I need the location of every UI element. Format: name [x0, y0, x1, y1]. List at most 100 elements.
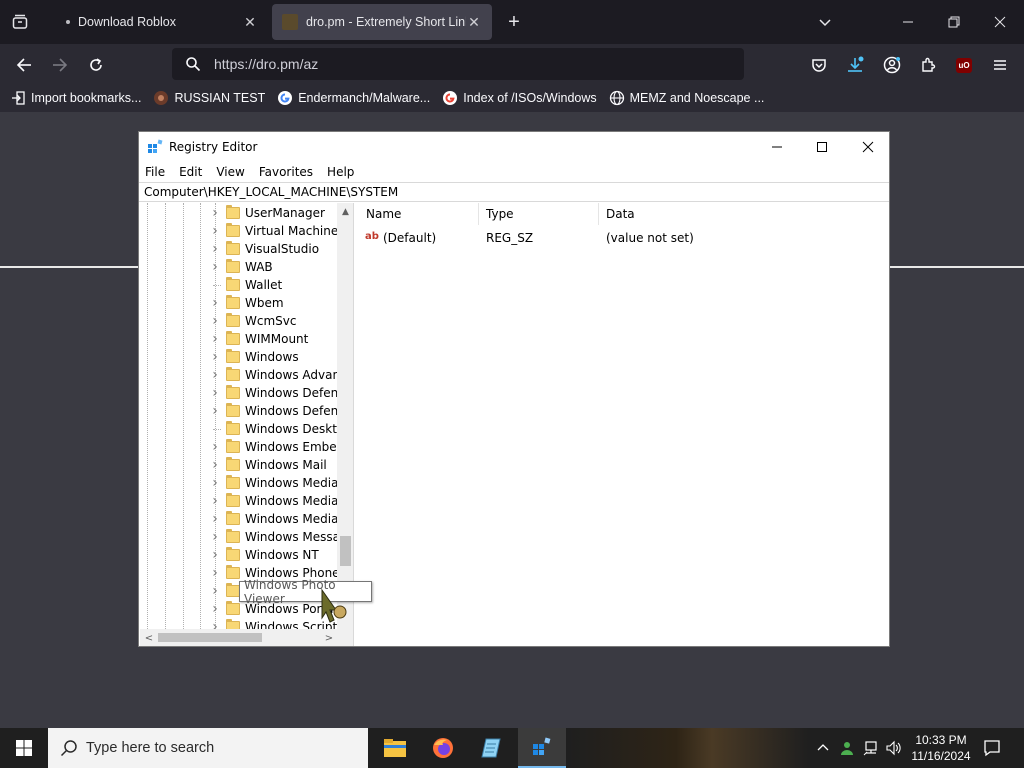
- chevron-right-icon[interactable]: ›: [210, 547, 220, 563]
- tree-item[interactable]: › UserManager: [140, 204, 340, 222]
- tree-item[interactable]: › Virtual Machine: [140, 222, 340, 240]
- tray-user-status[interactable]: [836, 728, 858, 768]
- tree-item[interactable]: › Windows Media F: [140, 492, 349, 510]
- restore-button[interactable]: [944, 12, 964, 32]
- chevron-right-icon[interactable]: ›: [210, 313, 220, 329]
- tree-item[interactable]: › WAB: [140, 258, 340, 276]
- chevron-right-icon[interactable]: ›: [210, 511, 220, 527]
- maximize-button[interactable]: [811, 136, 833, 158]
- url-text[interactable]: https://dro.pm/az: [214, 56, 318, 72]
- taskbar-app-notepad[interactable]: [467, 728, 515, 768]
- menu-view[interactable]: View: [216, 165, 244, 179]
- bookmark-import[interactable]: Import bookmarks...: [10, 90, 141, 106]
- chevron-right-icon[interactable]: ›: [210, 475, 220, 491]
- chevron-right-icon[interactable]: ›: [210, 493, 220, 509]
- minimize-button[interactable]: [766, 136, 788, 158]
- new-tab-button[interactable]: +: [504, 11, 524, 33]
- chevron-right-icon[interactable]: ›: [210, 439, 220, 455]
- tree-item[interactable]: › Windows Defend: [140, 402, 346, 420]
- chevron-right-icon[interactable]: ›: [210, 529, 220, 545]
- notification-center-button[interactable]: [980, 728, 1004, 768]
- start-button[interactable]: [0, 728, 48, 768]
- close-icon[interactable]: ✕: [466, 14, 482, 30]
- taskbar-app-file-explorer[interactable]: [371, 728, 419, 768]
- tree-item[interactable]: › Windows Advanc: [140, 366, 347, 384]
- column-header-type[interactable]: Type: [479, 203, 599, 225]
- bookmark-russian-test[interactable]: RUSSIAN TEST: [153, 90, 265, 106]
- minimize-button[interactable]: [898, 12, 918, 32]
- chevron-right-icon[interactable]: ›: [210, 223, 220, 239]
- close-window-button[interactable]: [990, 12, 1010, 32]
- chevron-right-icon[interactable]: ›: [210, 259, 220, 275]
- close-icon[interactable]: ✕: [242, 14, 258, 30]
- chevron-right-icon[interactable]: ›: [210, 385, 220, 401]
- tree-item[interactable]: › Windows: [140, 348, 340, 366]
- menu-favorites[interactable]: Favorites: [259, 165, 313, 179]
- tree-horizontal-scrollbar[interactable]: < >: [140, 629, 353, 646]
- scroll-thumb[interactable]: [158, 633, 262, 642]
- chevron-right-icon[interactable]: ›: [210, 403, 220, 419]
- tray-network[interactable]: [860, 728, 882, 768]
- tree-item[interactable]: › WcmSvc: [140, 312, 340, 330]
- tree-item[interactable]: › Windows Messag: [140, 528, 348, 546]
- values-list-pane[interactable]: Name Type Data ab (Default) REG_SZ (valu…: [359, 203, 889, 646]
- ublock-origin-button[interactable]: uO: [953, 54, 975, 76]
- table-row[interactable]: ab (Default) REG_SZ (value not set): [359, 229, 889, 247]
- column-header-name[interactable]: Name: [359, 203, 479, 225]
- scroll-thumb[interactable]: [340, 536, 351, 566]
- account-button[interactable]: [881, 54, 903, 76]
- address-bar[interactable]: Computer\HKEY_LOCAL_MACHINE\SYSTEM: [139, 182, 889, 202]
- tab-overflow-chevron-down-icon[interactable]: [815, 12, 835, 32]
- chevron-right-icon[interactable]: ›: [210, 331, 220, 347]
- taskbar-app-firefox[interactable]: [419, 728, 467, 768]
- chevron-right-icon[interactable]: ›: [210, 367, 220, 383]
- menu-help[interactable]: Help: [327, 165, 354, 179]
- tab-dro-pm[interactable]: dro.pm - Extremely Short Links ✕: [272, 4, 492, 40]
- chevron-right-icon[interactable]: ›: [210, 205, 220, 221]
- pocket-button[interactable]: [808, 54, 830, 76]
- scroll-up-icon[interactable]: ▲: [337, 203, 353, 220]
- back-button[interactable]: [13, 54, 35, 76]
- tree-vertical-scrollbar[interactable]: ▲: [337, 203, 353, 629]
- column-header-data[interactable]: Data: [599, 203, 889, 225]
- taskbar-clock[interactable]: 10:33 PM 11/16/2024: [904, 732, 978, 764]
- tree-item[interactable]: › Windows Media F: [140, 510, 349, 528]
- chevron-right-icon[interactable]: ›: [210, 349, 220, 365]
- tree-item[interactable]: › WIMMount: [140, 330, 340, 348]
- forward-button[interactable]: [49, 54, 71, 76]
- chevron-right-icon[interactable]: ›: [210, 295, 220, 311]
- chevron-right-icon[interactable]: ›: [210, 565, 220, 581]
- close-window-button[interactable]: [857, 136, 879, 158]
- chevron-right-icon[interactable]: ›: [210, 583, 220, 599]
- url-bar[interactable]: https://dro.pm/az: [172, 48, 744, 80]
- menu-file[interactable]: File: [145, 165, 165, 179]
- bookmark-endermanch[interactable]: Endermanch/Malware...: [277, 90, 430, 106]
- tree-item[interactable]: › Windows Defend: [140, 384, 346, 402]
- tree-item[interactable]: › Windows Embedd: [140, 438, 352, 456]
- taskbar-search-box[interactable]: Type here to search: [48, 728, 368, 768]
- bookmark-memz[interactable]: MEMZ and Noescape ...: [609, 90, 764, 106]
- registry-editor-titlebar[interactable]: Registry Editor: [139, 132, 889, 162]
- tray-volume[interactable]: [882, 728, 904, 768]
- chevron-right-icon[interactable]: ›: [210, 457, 220, 473]
- app-menu-button[interactable]: [989, 54, 1011, 76]
- tree-item[interactable]: › Windows NT: [140, 546, 340, 564]
- address-path[interactable]: Computer\HKEY_LOCAL_MACHINE\SYSTEM: [144, 185, 398, 199]
- downloads-button[interactable]: [844, 54, 866, 76]
- tree-item[interactable]: Windows Desktop: [140, 420, 352, 438]
- reload-button[interactable]: [85, 54, 107, 76]
- tree-item[interactable]: Wallet: [140, 276, 340, 294]
- tree-item[interactable]: › Windows Mail: [140, 456, 340, 474]
- tree-item[interactable]: › Windows Media D: [140, 474, 351, 492]
- list-all-tabs-button[interactable]: [8, 10, 32, 34]
- menu-edit[interactable]: Edit: [179, 165, 202, 179]
- taskbar-app-regedit[interactable]: [518, 728, 566, 768]
- chevron-right-icon[interactable]: ›: [210, 241, 220, 257]
- scroll-left-icon[interactable]: <: [142, 631, 156, 645]
- show-hidden-icons-button[interactable]: [812, 728, 834, 768]
- bookmark-index-isos[interactable]: Index of /ISOs/Windows: [442, 90, 597, 106]
- extensions-button[interactable]: [917, 54, 939, 76]
- tab-download-roblox[interactable]: Download Roblox ✕: [52, 4, 268, 40]
- tree-item[interactable]: › VisualStudio: [140, 240, 340, 258]
- scroll-right-icon[interactable]: >: [322, 631, 336, 645]
